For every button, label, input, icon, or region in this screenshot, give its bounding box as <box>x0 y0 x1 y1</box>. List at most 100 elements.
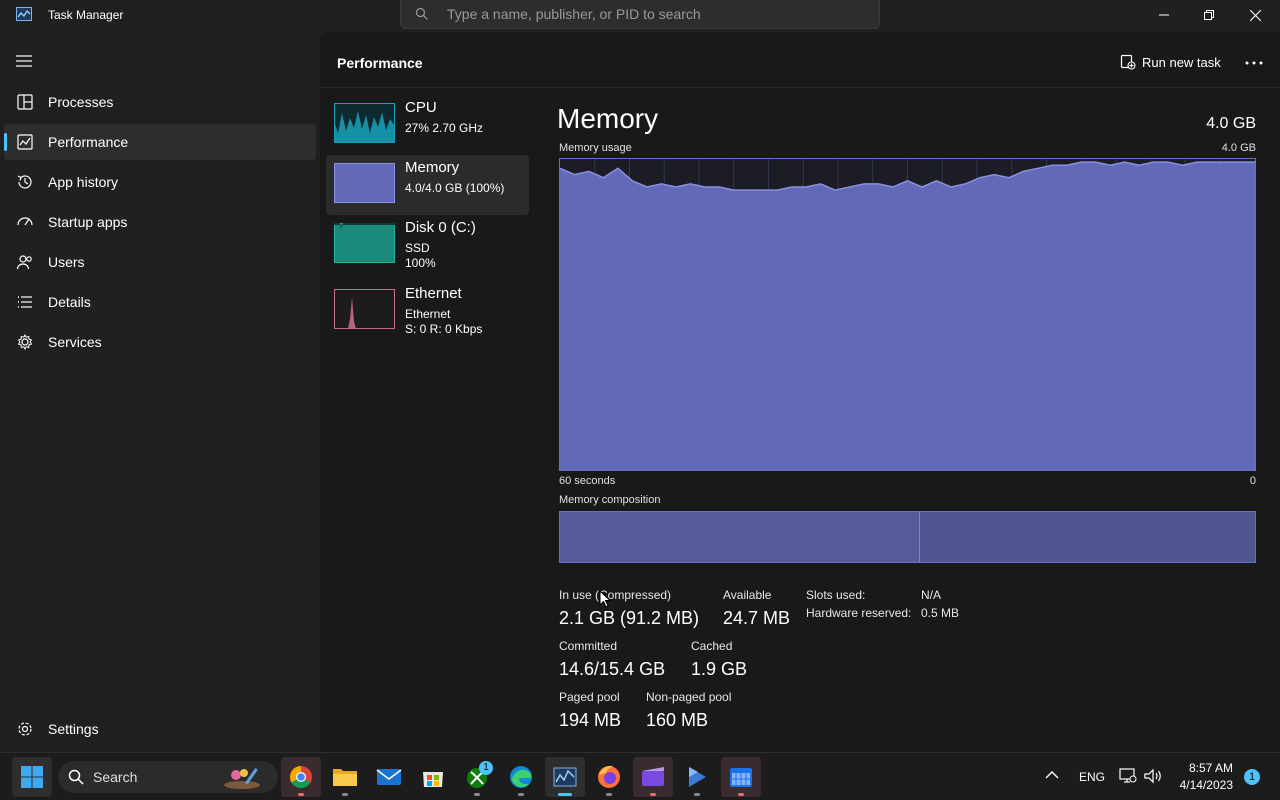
taskbar-chrome[interactable] <box>281 757 321 797</box>
slots-used-label: Slots used: <box>806 588 866 602</box>
nav-item-startup-apps[interactable]: Startup apps <box>4 204 316 240</box>
paged-pool-value: 194 MB <box>559 710 622 730</box>
clock-time[interactable]: 8:57 AM <box>1170 761 1233 775</box>
restore-button[interactable] <box>1186 0 1232 30</box>
taskbar-calendar[interactable] <box>721 757 761 797</box>
video-editor-icon <box>642 767 664 786</box>
history-icon <box>17 175 32 189</box>
disk-thumbnail-graph <box>334 223 395 263</box>
taskbar: Search 1 ENG 8:57 AM 4/14/2023 1 <box>0 752 1280 800</box>
memory-title: Memory <box>557 103 659 134</box>
network-icon[interactable] <box>1119 767 1137 785</box>
resource-memory[interactable]: Memory 4.0/4.0 GB (100%) <box>326 155 529 215</box>
available-value: 24.7 MB <box>723 608 791 628</box>
cpu-thumbnail-graph <box>334 103 395 143</box>
hardware-reserved-value: 0.5 MB <box>921 606 960 620</box>
resource-name: Memory <box>405 159 460 176</box>
performance-icon <box>17 134 33 150</box>
minimize-button[interactable] <box>1141 0 1187 30</box>
close-icon <box>1249 9 1261 21</box>
committed-value: 14.6/15.4 GB <box>559 659 666 679</box>
window-title: Task Manager <box>48 8 124 22</box>
non-paged-pool-label: Non-paged pool <box>646 690 732 704</box>
nav-item-label: Services <box>48 334 102 350</box>
running-indicator <box>738 793 744 796</box>
language-indicator[interactable]: ENG <box>1079 770 1105 784</box>
nav-item-label: App history <box>48 174 119 190</box>
taskbar-store[interactable] <box>413 757 453 797</box>
hamburger-menu-icon[interactable] <box>14 51 34 71</box>
running-indicator <box>518 793 524 796</box>
start-button[interactable] <box>12 757 52 797</box>
resource-detail: 100% <box>405 256 436 270</box>
nav-item-label: Users <box>48 254 85 270</box>
hardware-reserved-label: Hardware reserved: <box>806 606 912 620</box>
taskbar-edge[interactable] <box>501 757 541 797</box>
memory-usage-plot <box>559 159 1255 470</box>
page-title: Performance <box>337 55 423 71</box>
resource-name: Disk 0 (C:) <box>405 219 476 236</box>
composition-divider <box>919 512 920 562</box>
taskbar-xbox[interactable]: 1 <box>457 757 497 797</box>
notification-badge: 1 <box>479 761 493 775</box>
memory-composition-label: Memory composition <box>559 494 661 506</box>
taskbar-search[interactable]: Search <box>58 761 278 793</box>
nav-item-users[interactable]: Users <box>4 244 316 280</box>
mouse-cursor-icon <box>599 590 611 608</box>
minimize-icon <box>1159 14 1169 16</box>
in-use-value: 2.1 GB (91.2 MB) <box>559 608 700 628</box>
performance-page: Performance Run new task CPU 27% 2.70 GH… <box>320 32 1280 752</box>
taskbar-clipchamp[interactable] <box>633 757 673 797</box>
folder-icon <box>333 769 357 786</box>
search-input[interactable] <box>447 4 867 24</box>
nav-item-settings[interactable]: Settings <box>4 711 316 747</box>
nav-item-label: Details <box>48 294 91 310</box>
running-indicator <box>342 793 348 796</box>
title-bar: Task Manager <box>0 0 1280 32</box>
memory-usage-label: Memory usage <box>559 142 632 154</box>
taskbar-task-manager[interactable] <box>545 757 585 797</box>
power-automate-icon <box>689 767 706 787</box>
graph-time-start: 60 seconds <box>559 475 616 487</box>
volume-icon[interactable] <box>1143 767 1163 785</box>
memory-usage-graph <box>559 158 1256 471</box>
gear-icon <box>18 722 32 736</box>
search-box[interactable] <box>400 0 880 29</box>
nav-item-services[interactable]: Services <box>4 324 316 360</box>
resource-disk[interactable]: Disk 0 (C:) SSD 100% <box>326 215 529 275</box>
memory-total: 4.0 GB <box>1206 115 1256 132</box>
nav-item-processes[interactable]: Processes <box>4 84 316 120</box>
clock-date[interactable]: 4/14/2023 <box>1170 778 1233 792</box>
search-icon <box>415 7 428 20</box>
header-divider <box>320 87 1280 88</box>
running-indicator <box>606 793 612 796</box>
store-icon <box>423 772 443 787</box>
cached-label: Cached <box>691 639 733 653</box>
memory-composition-bar <box>559 511 1256 563</box>
nav-item-app-history[interactable]: App history <box>4 164 316 200</box>
close-button[interactable] <box>1232 0 1278 30</box>
details-icon <box>18 296 32 308</box>
paged-pool-label: Paged pool <box>559 690 620 704</box>
taskbar-mail[interactable] <box>369 757 409 797</box>
memory-usage-max: 4.0 GB <box>1221 142 1256 154</box>
show-hidden-icons-chevron-up-icon[interactable] <box>1045 770 1059 780</box>
active-indicator <box>4 133 7 151</box>
resource-cpu[interactable]: CPU 27% 2.70 GHz <box>326 95 529 155</box>
taskbar-power-automate[interactable] <box>677 757 717 797</box>
cached-value: 1.9 GB <box>691 659 748 679</box>
running-indicator <box>474 793 480 796</box>
resource-ethernet[interactable]: Ethernet Ethernet S: 0 R: 0 Kbps <box>326 281 529 341</box>
running-indicator <box>694 793 700 796</box>
nav-item-details[interactable]: Details <box>4 284 316 320</box>
ethernet-thumbnail-graph <box>334 289 395 329</box>
run-task-label: Run new task <box>1142 55 1221 70</box>
mail-icon <box>376 769 402 785</box>
taskbar-firefox[interactable] <box>589 757 629 797</box>
notification-center-badge[interactable]: 1 <box>1244 769 1260 785</box>
more-options-icon[interactable] <box>1240 52 1268 74</box>
taskbar-file-explorer[interactable] <box>325 757 365 797</box>
chrome-icon <box>290 766 312 788</box>
nav-item-performance[interactable]: Performance <box>4 124 316 160</box>
resource-detail: Ethernet <box>405 307 451 321</box>
